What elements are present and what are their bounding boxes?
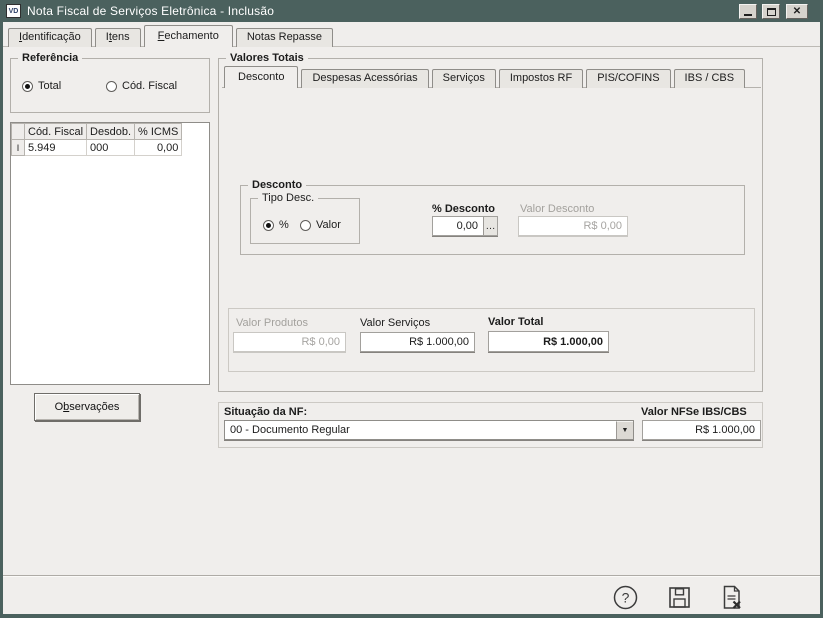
radio-tipo-valor-label: Valor [316,219,341,231]
radio-cod-fiscal-label: Cód. Fiscal [122,80,177,92]
observacoes-button[interactable]: Observações [34,393,140,421]
nfse-label: Valor NFSe IBS/CBS [641,406,747,418]
tab-label: Identificação [19,31,81,43]
valor-produtos-value: R$ 0,00 [234,336,345,348]
valor-desconto-field: R$ 0,00 [518,216,628,236]
tab-desconto[interactable]: Desconto [224,66,298,88]
grid-col-icms[interactable]: % ICMS [135,124,182,140]
tab-label: Serviços [443,72,485,84]
help-icon: ? [612,584,639,611]
cell-icms[interactable]: 0,00 [135,140,182,156]
tab-label: Notas Repasse [247,31,322,43]
tab-identificacao[interactable]: Identificação [8,28,92,47]
tab-servicos[interactable]: Serviços [432,69,496,88]
referencia-title: Referência [18,52,82,64]
pct-desconto-field[interactable]: 0,00 … [432,216,498,236]
valor-produtos-label: Valor Produtos [236,317,308,329]
tipo-desc-title: Tipo Desc. [258,192,318,204]
valores-totais-title: Valores Totais [226,52,308,64]
radio-tipo-valor[interactable]: Valor [300,219,341,231]
tab-impostos-rf[interactable]: Impostos RF [499,69,583,88]
tab-label: Itens [106,31,130,43]
radio-total[interactable]: Total [22,80,61,92]
maximize-button[interactable] [762,4,780,19]
tab-label: Despesas Acessórias [312,72,417,84]
radio-dot-icon [300,220,311,231]
maximize-icon [767,8,776,16]
radio-cod-fiscal[interactable]: Cód. Fiscal [106,80,177,92]
tab-notas-repasse[interactable]: Notas Repasse [236,28,333,47]
tab-pis-cofins[interactable]: PIS/COFINS [586,69,670,88]
valor-servicos-field[interactable]: R$ 1.000,00 [360,332,475,352]
main-tab-bar: Identificação Itens Fechamento Notas Rep… [8,25,333,47]
grid-col-cod-fiscal[interactable]: Cód. Fiscal [25,124,87,140]
save-icon [666,584,693,611]
save-button[interactable] [664,583,694,611]
table-row[interactable]: I 5.949 000 0,00 [12,140,182,156]
radio-dot-icon [22,81,33,92]
cell-desdob[interactable]: 000 [87,140,135,156]
document-x-icon [718,584,745,611]
tab-ibs-cbs[interactable]: IBS / CBS [674,69,746,88]
titlebar[interactable]: VD Nota Fiscal de Serviços Eletrônica - … [0,0,823,22]
tab-itens[interactable]: Itens [95,28,141,47]
ellipsis-button[interactable]: … [483,217,497,235]
tab-despesas-acessorias[interactable]: Despesas Acessórias [301,69,428,88]
radio-dot-icon [106,81,117,92]
nfse-field[interactable]: R$ 1.000,00 [642,420,761,440]
tab-label: Desconto [238,71,284,83]
app-icon: VD [6,4,21,18]
valores-tab-bar: Desconto Despesas Acessórias Serviços Im… [224,66,745,88]
desconto-title: Desconto [248,179,306,191]
grid-header-row: Cód. Fiscal Desdob. % ICMS [12,124,182,140]
pct-desconto-value: 0,00 [433,220,483,232]
valor-produtos-field: R$ 0,00 [233,332,346,352]
grid-selector-header [12,124,25,140]
situacao-label: Situação da NF: [224,406,307,418]
valor-servicos-value: R$ 1.000,00 [361,336,474,348]
application-window: VD Nota Fiscal de Serviços Eletrônica - … [0,0,823,618]
help-button[interactable]: ? [610,583,640,611]
radio-tipo-pct[interactable]: % [263,219,289,231]
window-title: Nota Fiscal de Serviços Eletrônica - Inc… [27,4,274,18]
tab-fechamento[interactable]: Fechamento [144,25,233,47]
grid-col-desdob[interactable]: Desdob. [87,124,135,140]
valor-servicos-label: Valor Serviços [360,317,430,329]
valor-total-label: Valor Total [488,316,543,328]
nfse-value: R$ 1.000,00 [643,424,760,436]
valor-desconto-label: Valor Desconto [520,203,594,215]
fiscal-codes-grid: Cód. Fiscal Desdob. % ICMS I 5.949 000 0… [10,122,210,385]
radio-dot-icon [263,220,274,231]
row-indicator-icon: I [12,140,25,156]
situacao-select[interactable]: 00 - Documento Regular ▼ [224,420,634,440]
minimize-button[interactable] [739,4,757,19]
svg-text:?: ? [621,589,629,605]
valor-desconto-value: R$ 0,00 [519,220,627,232]
chevron-down-icon[interactable]: ▼ [616,421,633,439]
radio-total-label: Total [38,80,61,92]
tab-label: Fechamento [158,30,219,42]
situacao-selected-value: 00 - Documento Regular [225,424,616,436]
cell-cod-fiscal[interactable]: 5.949 [25,140,87,156]
cancel-document-button[interactable] [716,583,746,611]
radio-tipo-pct-label: % [279,219,289,231]
minimize-icon [744,14,752,16]
close-button[interactable]: ✕ [786,4,808,19]
tab-label: Impostos RF [510,72,572,84]
pct-desconto-label: % Desconto [432,203,495,215]
valor-total-value: R$ 1.000,00 [489,336,608,348]
bottom-separator [3,575,820,577]
tab-label: PIS/COFINS [597,72,659,84]
close-icon: ✕ [793,6,801,17]
valor-total-field: R$ 1.000,00 [488,331,609,352]
tab-label: IBS / CBS [685,72,735,84]
observacoes-button-label: Observações [55,401,120,413]
